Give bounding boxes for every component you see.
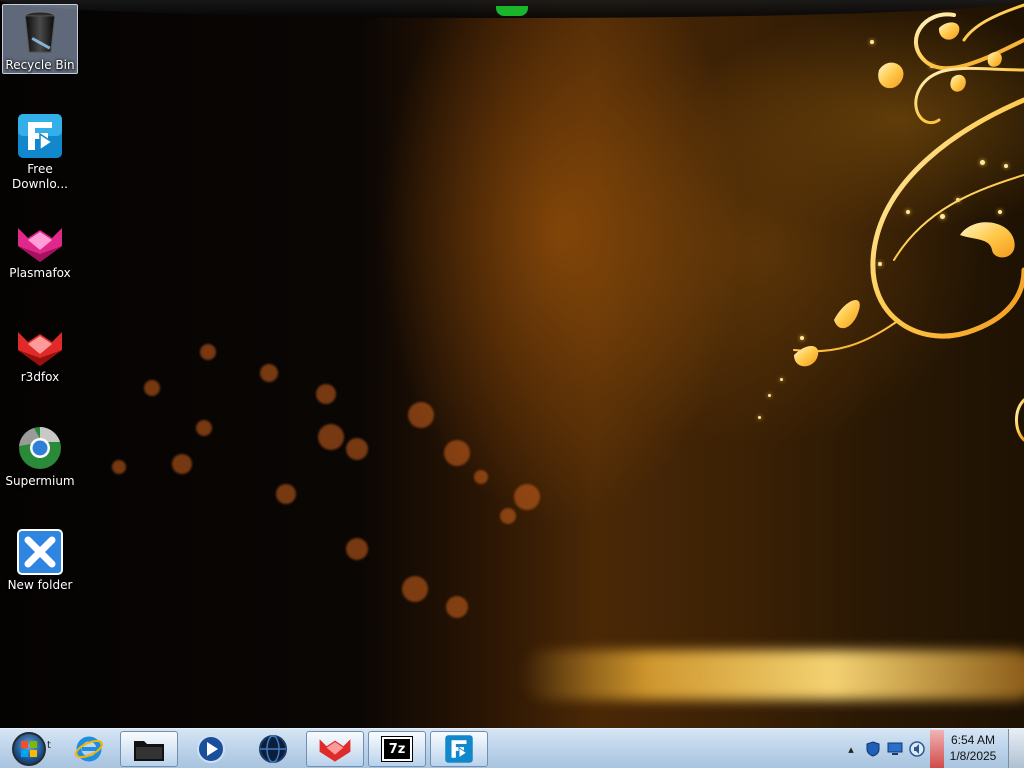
tray-security[interactable]: [862, 738, 884, 760]
clock-time: 6:54 AM: [950, 733, 996, 747]
desktop-icon-label: r3dfox: [20, 370, 60, 384]
media-player-icon: [197, 735, 225, 763]
bokeh-dot: [444, 440, 470, 466]
internet-explorer-icon: [75, 736, 103, 762]
taskbar-free-download-manager[interactable]: [430, 731, 488, 767]
system-tray: ▴: [840, 729, 944, 768]
desktop-icon-supermium[interactable]: Supermium: [2, 420, 78, 489]
free-download-manager-icon: [445, 735, 473, 763]
new-folder-icon: [17, 529, 63, 575]
desktop-wallpaper: [0, 0, 1024, 728]
bokeh-dot: [260, 364, 278, 382]
taskbar-7zip[interactable]: 7z: [368, 731, 426, 767]
show-hidden-icons-icon: ▴: [848, 742, 854, 756]
bokeh-dot: [346, 438, 368, 460]
taskbar-internet-explorer[interactable]: [60, 731, 118, 767]
desktop-icon-plasmafox[interactable]: Plasmafox: [2, 212, 78, 281]
golden-swirl-ornament: [793, 3, 1024, 442]
explorer-folder-icon: [134, 741, 164, 761]
tray-overflow-gradient: [930, 730, 944, 768]
desktop-icon-r3dfox[interactable]: r3dfox: [2, 316, 78, 385]
security-shield-icon: [866, 741, 880, 757]
wallpaper-light-streak: [520, 650, 1024, 700]
7zip-icon: 7z: [381, 736, 413, 762]
desktop-icon-recycle-bin[interactable]: Recycle Bin: [2, 4, 78, 74]
7zip-icon-text: 7z: [388, 741, 406, 757]
r3dfox-icon: [319, 739, 351, 762]
start-label: t: [47, 740, 51, 751]
windows-logo-icon: [12, 732, 46, 766]
bokeh-dot: [172, 454, 192, 474]
taskbar-media-player[interactable]: [182, 731, 240, 767]
globe-browser-icon: [259, 735, 287, 763]
bokeh-dot: [402, 576, 428, 602]
wallpaper-green-mark: [496, 6, 528, 16]
start-button[interactable]: t: [3, 731, 55, 767]
clock-date: 1/8/2025: [949, 749, 997, 763]
supermium-icon: [19, 427, 61, 469]
network-icon: [887, 742, 903, 755]
bokeh-dot: [446, 596, 468, 618]
bokeh-dot: [144, 380, 160, 396]
bokeh-dot: [318, 424, 344, 450]
taskbar-r3dfox[interactable]: [306, 731, 364, 767]
desktop-icon-label: Recycle Bin: [5, 58, 75, 72]
taskbar-clock[interactable]: 6:54 AM 1/8/2025: [944, 732, 1002, 766]
bokeh-dot: [500, 508, 516, 524]
bokeh-dot: [346, 538, 368, 560]
recycle-bin-icon: [24, 11, 56, 53]
bokeh-dot: [316, 384, 336, 404]
desktop-icon-free-download-manager[interactable]: Free Downlo...: [2, 108, 78, 192]
desktop-icon-label: Plasmafox: [9, 266, 71, 280]
desktop-icon-label: Supermium: [5, 474, 75, 488]
bokeh-dot: [408, 402, 434, 428]
plasmafox-icon: [18, 228, 62, 262]
taskbar-explorer[interactable]: [120, 731, 178, 767]
bokeh-dot: [474, 470, 488, 484]
taskbar-globe-browser[interactable]: [244, 731, 302, 767]
taskbar: t 7z ▴ 6:54 AM 1/8/2025: [0, 728, 1024, 768]
volume-icon: [909, 741, 925, 757]
free-download-manager-icon: [18, 114, 62, 158]
tray-network[interactable]: [884, 738, 906, 760]
bokeh-dot: [112, 460, 126, 474]
desktop-icon-label: New folder: [7, 578, 73, 592]
show-hidden-icons-button[interactable]: ▴: [840, 738, 862, 760]
desktop-icon-label: Free Downlo...: [12, 162, 68, 191]
desktop-icon-new-folder[interactable]: New folder: [2, 524, 78, 593]
r3dfox-icon: [18, 332, 62, 366]
bokeh-dot: [196, 420, 212, 436]
bokeh-dot: [514, 484, 540, 510]
tray-volume[interactable]: [906, 738, 928, 760]
bokeh-dot: [276, 484, 296, 504]
show-desktop-button[interactable]: [1008, 729, 1024, 768]
bokeh-dot: [200, 344, 216, 360]
